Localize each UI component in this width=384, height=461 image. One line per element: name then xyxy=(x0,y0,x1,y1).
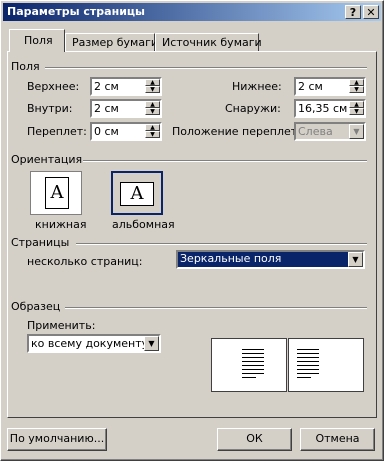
portrait-option[interactable]: A xyxy=(30,171,82,215)
group-divider xyxy=(65,307,367,309)
tab-strip: Поля Размер бумаги Источник бумаги xyxy=(7,27,377,52)
apply-to-select[interactable]: ко всему документу ▼ xyxy=(27,334,161,353)
spin-down-icon[interactable]: ▼ xyxy=(145,108,160,115)
gutter-position-value: Слева xyxy=(298,125,333,138)
close-button[interactable]: ✕ xyxy=(363,5,379,19)
title-bar[interactable]: Параметры страницы ? ✕ xyxy=(3,3,381,21)
outside-margin-label: Снаружи: xyxy=(225,102,281,115)
chevron-down-icon[interactable]: ▼ xyxy=(144,336,159,351)
default-button[interactable]: По умолчанию... xyxy=(7,428,107,451)
outside-margin-value: 16,35 см xyxy=(298,102,348,115)
landscape-page-icon: A xyxy=(120,182,154,206)
multiple-pages-label: несколько страниц: xyxy=(27,255,143,268)
spin-down-icon[interactable]: ▼ xyxy=(145,131,160,138)
inside-margin-spinner[interactable]: 2 см ▲ ▼ xyxy=(90,99,162,118)
cancel-button[interactable]: Отмена xyxy=(300,428,375,451)
apply-to-label: Применить: xyxy=(27,319,96,332)
group-divider xyxy=(83,160,367,162)
spin-down-icon[interactable]: ▼ xyxy=(349,86,364,93)
inside-margin-value: 2 см xyxy=(94,102,119,115)
gutter-position-label: Положение переплета: xyxy=(172,125,308,138)
spin-down-icon[interactable]: ▼ xyxy=(145,86,160,93)
bottom-margin-spinner[interactable]: 2 см ▲ ▼ xyxy=(294,77,366,96)
spin-up-icon[interactable]: ▲ xyxy=(349,79,364,86)
top-margin-value: 2 см xyxy=(94,80,119,93)
page-setup-dialog: Параметры страницы ? ✕ Поля Размер бумаг… xyxy=(0,0,384,461)
spin-up-icon[interactable]: ▲ xyxy=(145,124,160,131)
preview-left-page xyxy=(211,338,287,392)
multiple-pages-value: Зеркальные поля xyxy=(178,252,348,267)
tab-paper-source-label: Источник бумаги xyxy=(162,36,262,49)
apply-to-value: ко всему документу xyxy=(31,337,149,350)
landscape-label: альбомная xyxy=(112,218,175,231)
inside-margin-label: Внутри: xyxy=(27,102,73,115)
gutter-label: Переплет: xyxy=(27,125,87,138)
gutter-spinner[interactable]: 0 см ▲ ▼ xyxy=(90,122,162,141)
bottom-margin-label: Нижнее: xyxy=(232,80,282,93)
portrait-page-icon: A xyxy=(45,177,69,209)
pages-group-label: Страницы xyxy=(11,236,70,249)
preview-right-page xyxy=(288,338,364,392)
group-divider xyxy=(76,243,367,245)
orientation-group-label: Ориентация xyxy=(11,153,83,166)
top-margin-spinner[interactable]: 2 см ▲ ▼ xyxy=(90,77,162,96)
spin-down-icon[interactable]: ▼ xyxy=(349,108,364,115)
margins-group-label: Поля xyxy=(11,60,40,73)
outside-margin-spinner[interactable]: 16,35 см ▲ ▼ xyxy=(294,99,366,118)
top-margin-label: Верхнее: xyxy=(27,80,80,93)
tab-paper-size-label: Размер бумаги xyxy=(72,36,159,49)
landscape-option[interactable]: A xyxy=(111,171,163,215)
spin-up-icon[interactable]: ▲ xyxy=(349,101,364,108)
gutter-position-select[interactable]: Слева ▼ xyxy=(294,122,366,141)
bottom-margin-value: 2 см xyxy=(298,80,323,93)
tab-paper-size[interactable]: Размер бумаги xyxy=(65,33,159,51)
chevron-down-icon[interactable]: ▼ xyxy=(348,252,363,267)
spin-up-icon[interactable]: ▲ xyxy=(145,79,160,86)
multiple-pages-select[interactable]: Зеркальные поля ▼ xyxy=(176,250,365,269)
ok-button[interactable]: ОК xyxy=(217,428,292,451)
portrait-icon-letter: A xyxy=(50,182,64,203)
tab-margins-label: Поля xyxy=(24,34,53,47)
spin-up-icon[interactable]: ▲ xyxy=(145,101,160,108)
landscape-icon-letter: A xyxy=(130,183,144,204)
tab-paper-source[interactable]: Источник бумаги xyxy=(155,33,262,51)
gutter-value: 0 см xyxy=(94,125,119,138)
group-divider xyxy=(45,67,367,69)
portrait-label: книжная xyxy=(35,218,87,231)
tab-margins[interactable]: Поля xyxy=(9,29,65,52)
help-button[interactable]: ? xyxy=(345,5,361,19)
preview-group-label: Образец xyxy=(11,300,61,313)
chevron-down-icon[interactable]: ▼ xyxy=(349,124,364,139)
dialog-title: Параметры страницы xyxy=(7,5,146,18)
